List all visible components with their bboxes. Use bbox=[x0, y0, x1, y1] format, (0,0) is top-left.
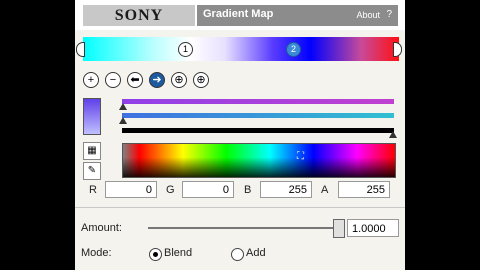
gradient-stop-1[interactable]: 1 bbox=[178, 42, 193, 57]
reverse-stops-button[interactable]: ⊕ bbox=[193, 72, 209, 88]
slider-top-thumb[interactable] bbox=[119, 103, 127, 110]
gradient-stop-2[interactable]: 2 bbox=[286, 42, 301, 57]
gradient-stop-end[interactable] bbox=[393, 42, 402, 57]
help-icon[interactable]: ? bbox=[386, 9, 392, 20]
sony-logo: SONY bbox=[83, 5, 195, 26]
add-label[interactable]: Add bbox=[246, 247, 266, 259]
slider-bottom-thumb[interactable] bbox=[389, 131, 397, 138]
slider-top[interactable] bbox=[122, 99, 394, 104]
gradient-stop-start[interactable] bbox=[76, 42, 85, 57]
amount-label: Amount: bbox=[81, 222, 122, 234]
title-bar: Gradient Map About ? bbox=[197, 5, 398, 26]
blend-label[interactable]: Blend bbox=[164, 247, 192, 259]
about-link[interactable]: About bbox=[356, 10, 380, 20]
header: SONY Gradient Map About ? bbox=[75, 0, 405, 30]
previous-stop-button[interactable]: ⬅ bbox=[127, 72, 143, 88]
r-field[interactable]: 0 bbox=[105, 181, 157, 198]
b-label: B bbox=[244, 184, 252, 196]
amount-slider-track[interactable] bbox=[148, 227, 338, 229]
plugin-title: Gradient Map bbox=[203, 8, 274, 20]
palette-icon[interactable]: ▦ bbox=[83, 142, 101, 160]
color-spectrum[interactable] bbox=[122, 143, 396, 178]
spectrum-crosshair-icon: ⛶ bbox=[297, 151, 304, 162]
divider bbox=[75, 207, 405, 208]
amount-slider-thumb[interactable] bbox=[333, 219, 345, 238]
distribute-stops-button[interactable]: ⊕ bbox=[171, 72, 187, 88]
g-label: G bbox=[166, 184, 175, 196]
add-stop-button[interactable]: + bbox=[83, 72, 99, 88]
amount-field[interactable]: 1.0000 bbox=[347, 219, 399, 237]
a-field[interactable]: 255 bbox=[338, 181, 390, 198]
add-radio[interactable] bbox=[231, 248, 244, 261]
remove-stop-button[interactable]: − bbox=[105, 72, 121, 88]
slider-middle[interactable] bbox=[122, 113, 394, 118]
slider-middle-thumb[interactable] bbox=[119, 117, 127, 124]
next-stop-button[interactable]: ➜ bbox=[149, 72, 165, 88]
slider-bottom[interactable] bbox=[122, 128, 394, 133]
b-field[interactable]: 255 bbox=[260, 181, 312, 198]
eyedropper-icon[interactable]: ✎ bbox=[83, 162, 101, 180]
gradient-map-panel: SONY Gradient Map About ? 1 2 + − ⬅ ➜ ⊕ … bbox=[75, 0, 405, 270]
mode-label: Mode: bbox=[81, 247, 112, 259]
blend-radio[interactable] bbox=[149, 248, 162, 261]
gradient-preview-bar[interactable] bbox=[83, 37, 399, 61]
g-field[interactable]: 0 bbox=[182, 181, 234, 198]
a-label: A bbox=[321, 184, 329, 196]
color-swatch[interactable] bbox=[83, 98, 101, 135]
r-label: R bbox=[89, 184, 97, 196]
